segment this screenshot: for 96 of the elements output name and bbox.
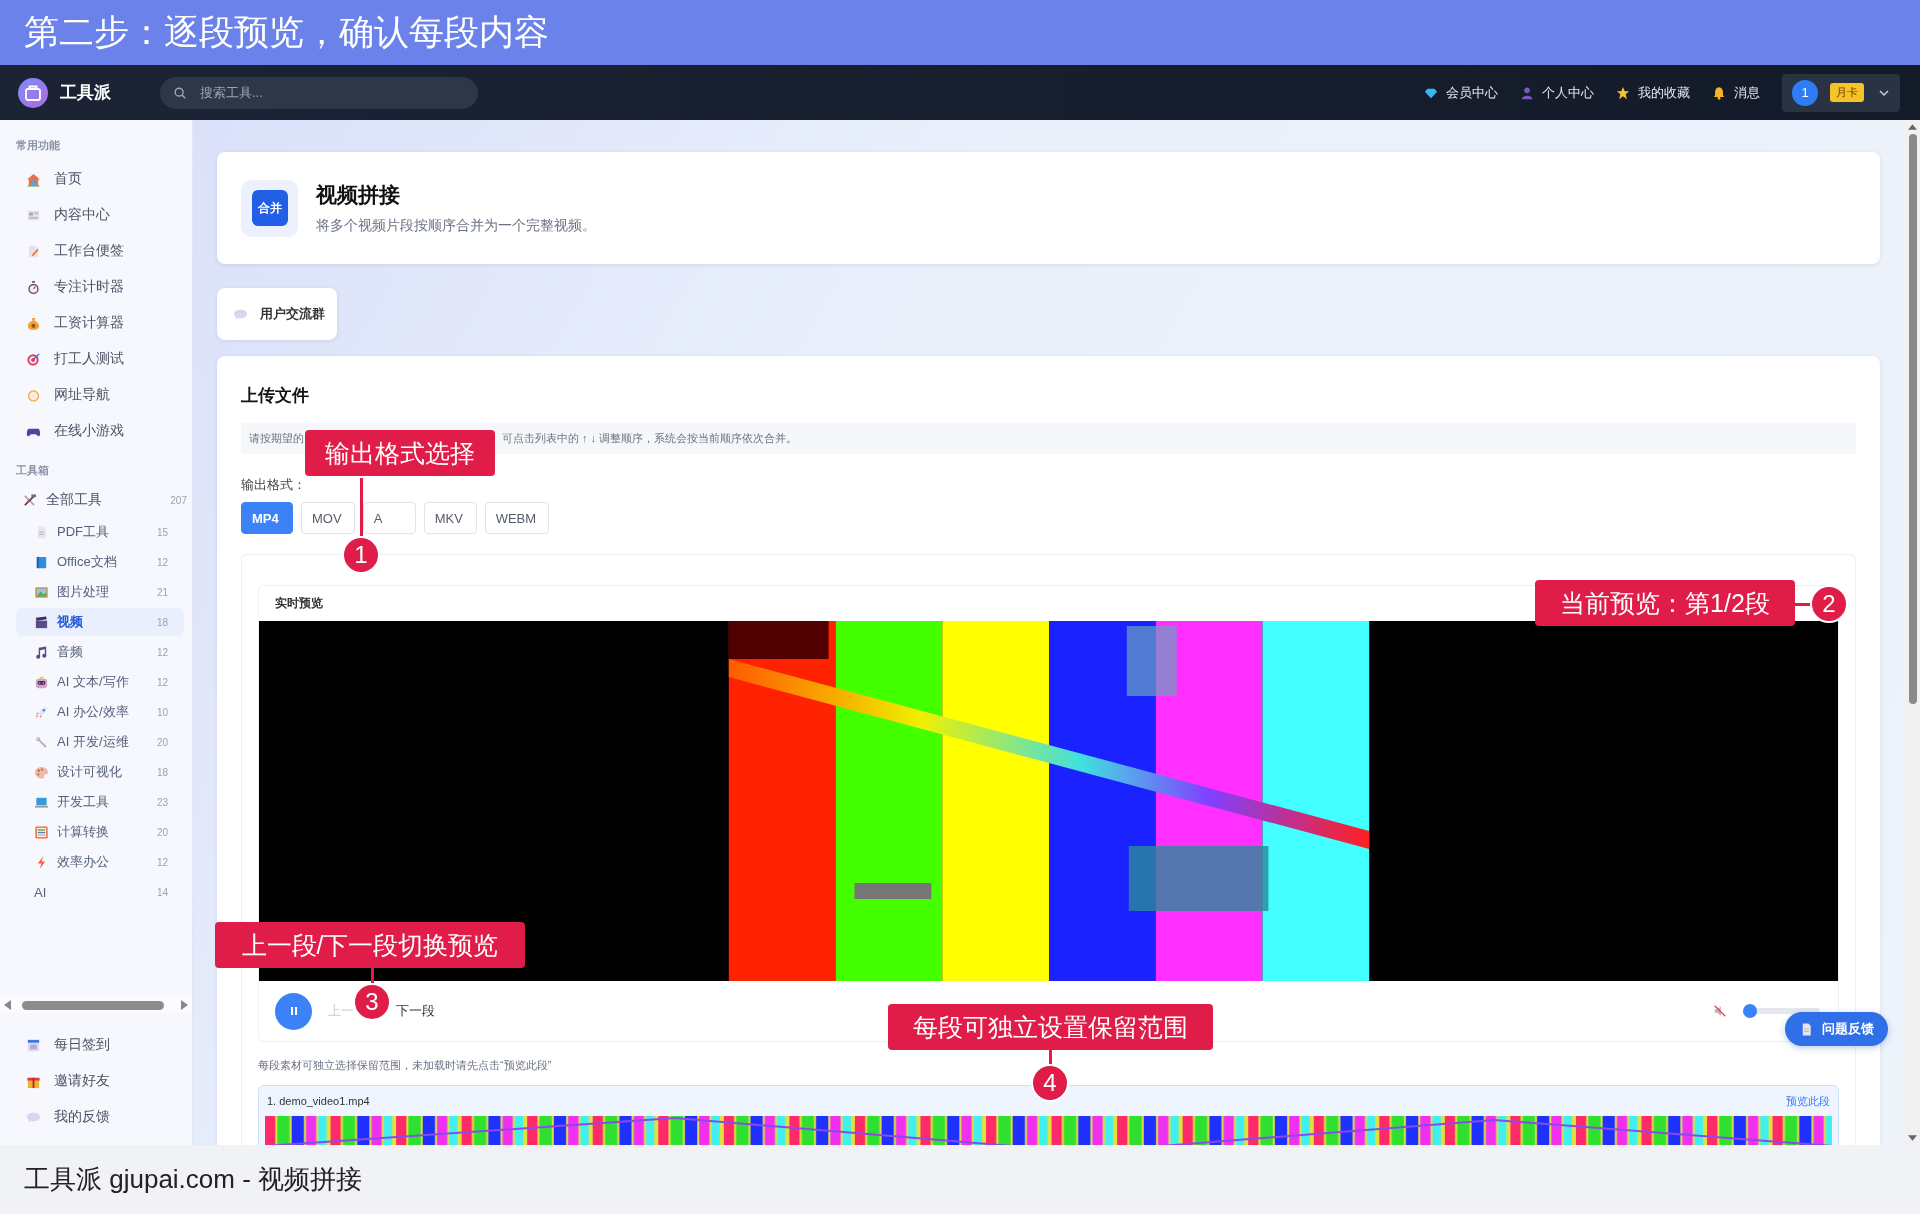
rocket-icon <box>34 704 49 720</box>
sidebar-item[interactable]: 我的反馈 <box>0 1099 192 1135</box>
sidebar-item[interactable]: 设计可视化 18 <box>16 758 184 786</box>
community-button[interactable]: 用户交流群 <box>217 288 337 340</box>
callout-label: 每段可独立设置保留范围 <box>888 1004 1213 1050</box>
image-icon <box>34 584 49 600</box>
tool-icon: 合并 <box>241 179 298 237</box>
section-title: 常用功能 <box>15 138 61 153</box>
nav-link[interactable]: 消息 <box>1712 83 1760 102</box>
membership-badge: 月卡 <box>1830 83 1864 102</box>
pause-button[interactable] <box>275 992 312 1030</box>
person-icon <box>1520 85 1534 100</box>
leader-line <box>370 967 374 985</box>
sidebar-item[interactable]: 专注计时器 <box>0 269 192 305</box>
sidebar-item[interactable]: 图片处理 21 <box>16 578 184 606</box>
user-menu[interactable]: 1 月卡 <box>1782 73 1900 112</box>
slider-thumb[interactable] <box>1743 1004 1757 1018</box>
banner-title: 第二步：逐段预览，确认每段内容 <box>24 11 549 53</box>
sidebar-item[interactable]: 网址导航 <box>0 377 192 413</box>
callout-label: 输出格式选择 <box>305 430 495 476</box>
scroll-right-icon[interactable] <box>180 1000 188 1010</box>
sidebar-item[interactable]: 计算转换 20 <box>16 818 184 846</box>
leader-line <box>1048 1048 1052 1066</box>
callout-label: 上一段/下一段切换预览 <box>215 922 525 968</box>
sidebar-item[interactable]: AI 办公/效率 10 <box>16 698 184 726</box>
page-description: 将多个视频片段按顺序合并为一个完整视频。 <box>316 217 596 235</box>
sidebar-item[interactable]: 效率办公 12 <box>16 848 184 876</box>
nav-link[interactable]: 个人中心 <box>1520 83 1594 102</box>
star-icon <box>1616 85 1630 100</box>
sidebar-item[interactable]: 开发工具 23 <box>16 788 184 816</box>
page-title: 视频拼接 <box>316 182 401 208</box>
sidebar-item[interactable]: 音频 12 <box>16 638 184 666</box>
next-segment-button[interactable]: 下一段 <box>396 1002 435 1020</box>
logo-icon <box>18 77 48 108</box>
sidebar-item[interactable]: Office文档 12 <box>16 548 184 576</box>
sidebar-item[interactable]: PDF工具 15 <box>16 518 184 546</box>
brand-name[interactable]: 工具派 <box>60 81 140 104</box>
scroll-left-icon[interactable] <box>4 1000 12 1010</box>
format-label: 输出格式： <box>241 476 306 494</box>
format-option[interactable]: MKV <box>423 502 477 534</box>
clapper-icon <box>34 614 49 630</box>
hint-text: 请按期望的 <box>249 431 304 446</box>
sidebar-item[interactable]: 打工人测试 <box>0 341 192 377</box>
stopwatch-icon <box>26 279 41 295</box>
section-title: 上传文件 <box>241 385 310 407</box>
pause-icon <box>290 1007 297 1015</box>
section-title: 工具箱 <box>15 463 50 478</box>
sidebar-item[interactable]: AI 14 <box>16 878 184 906</box>
sidebar-item[interactable]: AI 文本/写作 12 <box>16 668 184 696</box>
hammer-wrench-icon <box>22 492 37 508</box>
avatar: 1 <box>1792 79 1818 106</box>
house-icon <box>26 171 41 187</box>
scroll-up-icon[interactable] <box>1908 123 1917 131</box>
format-option[interactable]: MOV <box>301 502 355 534</box>
sidebar-item[interactable]: 全部工具 207 <box>0 484 192 516</box>
feedback-button[interactable]: 问题反馈 <box>1785 1012 1888 1046</box>
search-field[interactable]: 搜索工具... <box>160 76 478 109</box>
palette-icon <box>34 764 49 780</box>
clip-name: 1. demo_video1.mp4 <box>267 1095 370 1107</box>
preview-link[interactable]: 预览此段 <box>1786 1093 1830 1109</box>
wrench-icon <box>34 734 49 750</box>
muted-speaker-icon[interactable] <box>1713 1004 1727 1018</box>
nav-link[interactable]: 我的收藏 <box>1616 83 1690 102</box>
sidebar-item[interactable]: 每日签到 <box>0 1027 192 1063</box>
sidebar-item[interactable]: 工作台便签 <box>0 233 192 269</box>
music-note-icon <box>34 644 49 660</box>
robot-icon <box>34 674 49 690</box>
format-option[interactable]: A <box>362 502 416 534</box>
abacus-icon <box>34 824 49 840</box>
sidebar-item[interactable]: 邀请好友 <box>0 1063 192 1099</box>
sidebar-item[interactable]: AI 开发/运维 20 <box>16 728 184 756</box>
compass-icon <box>26 387 41 403</box>
horizontal-scrollbar[interactable] <box>0 997 192 1013</box>
sidebar-item[interactable]: 视频 18 <box>16 608 184 636</box>
sidebar-item[interactable]: 内容中心 <box>0 197 192 233</box>
segment-hint: 每段素材可独立选择保留范围，未加载时请先点击“预览此段” <box>258 1058 552 1073</box>
format-option[interactable]: MP4 <box>241 502 293 534</box>
leader-line <box>359 478 363 536</box>
panel-title: 实时预览 <box>275 595 323 612</box>
calendar-icon <box>26 1037 41 1053</box>
sidebar-item[interactable]: 工资计算器 <box>0 305 192 341</box>
scroll-down-icon[interactable] <box>1908 1134 1917 1142</box>
caption-text: 工具派 gjupai.com - 视频拼接 <box>24 1163 363 1196</box>
format-option[interactable]: WEBM <box>484 502 550 534</box>
note-icon <box>26 243 41 259</box>
sidebar-item[interactable]: 在线小游戏 <box>0 413 192 449</box>
book-icon <box>34 554 49 570</box>
nav-link[interactable]: 会员中心 <box>1424 83 1498 102</box>
hint-text: 可点击列表中的 ↑ ↓ 调整顺序，系统会按当前顺序依次合并。 <box>502 431 798 446</box>
sidebar-item[interactable]: 首页 <box>0 161 192 197</box>
bell-icon <box>1712 85 1726 100</box>
search-icon <box>173 85 187 100</box>
money-bag-icon <box>26 315 41 331</box>
vertical-scrollbar[interactable] <box>1905 120 1920 1145</box>
target-icon <box>26 351 41 367</box>
callout-label: 当前预览：第1/2段 <box>1535 580 1795 626</box>
